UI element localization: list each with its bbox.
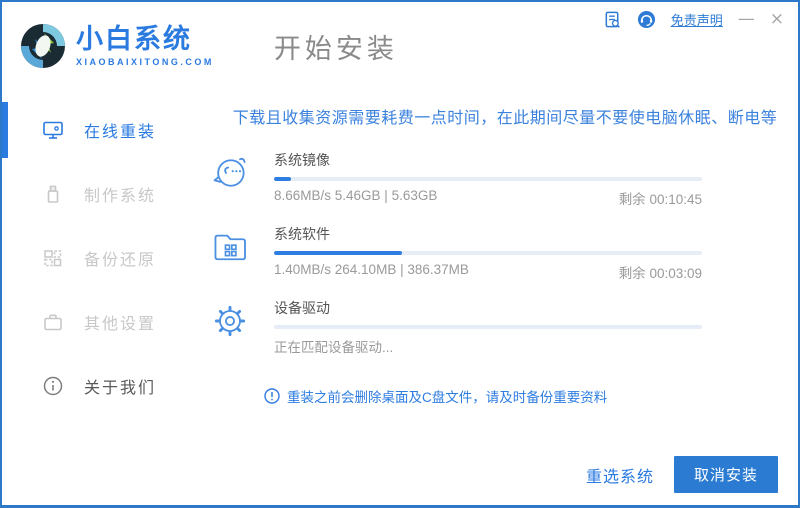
backup-grid-icon xyxy=(44,250,62,267)
task-speed-text: 1.40MB/s 264.10MB | 386.37MB xyxy=(274,262,469,277)
backup-note-text: 重装之前会删除桌面及C盘文件，请及时备份重要资料 xyxy=(287,390,608,405)
sidebar-item-online-reinstall[interactable]: 在线重装 xyxy=(2,98,202,162)
exclamation-circle-icon xyxy=(264,388,280,404)
sidebar-item-about-us[interactable]: 关于我们 xyxy=(2,354,202,418)
cancel-install-button[interactable]: 取消安装 xyxy=(673,456,778,493)
close-button[interactable]: × xyxy=(770,11,784,28)
task-body: 系统镜像 8.66MB/s 5.46GB | 5.63GB 剩余 00:10:4… xyxy=(274,150,702,208)
customer-service-icon[interactable] xyxy=(637,10,656,29)
task-body: 设备驱动 正在匹配设备驱动... xyxy=(274,298,702,356)
disclaimer-link[interactable]: 免责声明 xyxy=(671,10,723,29)
sidebar-item-label: 其他设置 xyxy=(84,316,157,333)
task-info-row: 8.66MB/s 5.46GB | 5.63GB 剩余 00:10:45 xyxy=(274,188,702,208)
info-icon xyxy=(43,376,63,396)
sidebar-item-label: 备份还原 xyxy=(84,252,157,269)
sidebar-item-label: 制作系统 xyxy=(84,188,157,205)
usb-icon xyxy=(47,185,59,203)
monitor-icon xyxy=(43,121,63,139)
progress-bar xyxy=(274,325,702,329)
disclaimer-doc-icon[interactable] xyxy=(603,10,622,29)
sidebar-item-backup-restore[interactable]: 备份还原 xyxy=(2,226,202,290)
folder-apps-icon xyxy=(214,234,246,261)
brand-block: 小白系统 XIAOBAIXITONG.COM xyxy=(76,24,214,67)
task-title: 系统镜像 xyxy=(274,152,330,168)
sidebar-item-make-system[interactable]: 制作系统 xyxy=(2,162,202,226)
task-info-row: 正在匹配设备驱动... xyxy=(274,336,702,356)
task-status-text: 正在匹配设备驱动... xyxy=(274,340,394,355)
sidebar-item-label: 关于我们 xyxy=(84,380,157,397)
task-title: 系统软件 xyxy=(274,226,330,242)
window-controls: 免责声明 — × xyxy=(603,10,784,29)
main-area: 在线重装 制作系统 备份还原 其他设置 关于我们 下载且收集资源需要耗费一点时间… xyxy=(2,90,798,505)
progress-fill xyxy=(274,251,403,255)
task-remaining-text: 剩余 00:10:45 xyxy=(618,192,702,207)
app-window: 小白系统 XIAOBAIXITONG.COM 开始安装 免责声明 — × 在线重… xyxy=(0,0,800,508)
task-row-system-software: 系统软件 1.40MB/s 264.10MB | 386.37MB 剩余 00:… xyxy=(210,224,702,282)
task-remaining-text: 剩余 00:03:09 xyxy=(618,266,702,281)
task-body: 系统软件 1.40MB/s 264.10MB | 386.37MB 剩余 00:… xyxy=(274,224,702,282)
app-logo-icon xyxy=(21,24,65,68)
task-list: 系统镜像 8.66MB/s 5.46GB | 5.63GB 剩余 00:10:4… xyxy=(210,150,702,356)
backup-note: 重装之前会删除桌面及C盘文件，请及时备份重要资料 xyxy=(264,386,798,406)
footer-actions: 重选系统 取消安装 xyxy=(586,456,778,493)
progress-bar xyxy=(274,251,702,255)
reselect-system-button[interactable]: 重选系统 xyxy=(586,463,654,487)
progress-fill xyxy=(274,177,292,181)
sidebar-item-other-settings[interactable]: 其他设置 xyxy=(2,290,202,354)
task-speed-text: 8.66MB/s 5.46GB | 5.63GB xyxy=(274,188,438,203)
page-title: 开始安装 xyxy=(273,33,398,64)
minimize-button[interactable]: — xyxy=(738,11,755,28)
task-row-device-driver: 设备驱动 正在匹配设备驱动... xyxy=(210,298,702,356)
task-row-system-image: 系统镜像 8.66MB/s 5.46GB | 5.63GB 剩余 00:10:4… xyxy=(210,150,702,208)
brand-domain: XIAOBAIXITONG.COM xyxy=(76,56,214,67)
task-info-row: 1.40MB/s 264.10MB | 386.37MB 剩余 00:03:09 xyxy=(274,262,702,282)
briefcase-icon xyxy=(44,314,62,331)
mascot-face-icon xyxy=(213,157,246,187)
task-title: 设备驱动 xyxy=(274,300,330,316)
header: 小白系统 XIAOBAIXITONG.COM 开始安装 免责声明 — × xyxy=(2,2,798,90)
progress-bar xyxy=(274,177,702,181)
brand-name: 小白系统 xyxy=(76,24,192,55)
sidebar: 在线重装 制作系统 备份还原 其他设置 关于我们 xyxy=(2,90,202,505)
content: 下载且收集资源需要耗费一点时间，在此期间尽量不要使电脑休眠、断电等 系统镜像 8… xyxy=(202,90,798,505)
gear-icon xyxy=(214,305,246,337)
sidebar-item-label: 在线重装 xyxy=(84,124,157,141)
warning-text: 下载且收集资源需要耗费一点时间，在此期间尽量不要使电脑休眠、断电等 xyxy=(232,110,778,127)
